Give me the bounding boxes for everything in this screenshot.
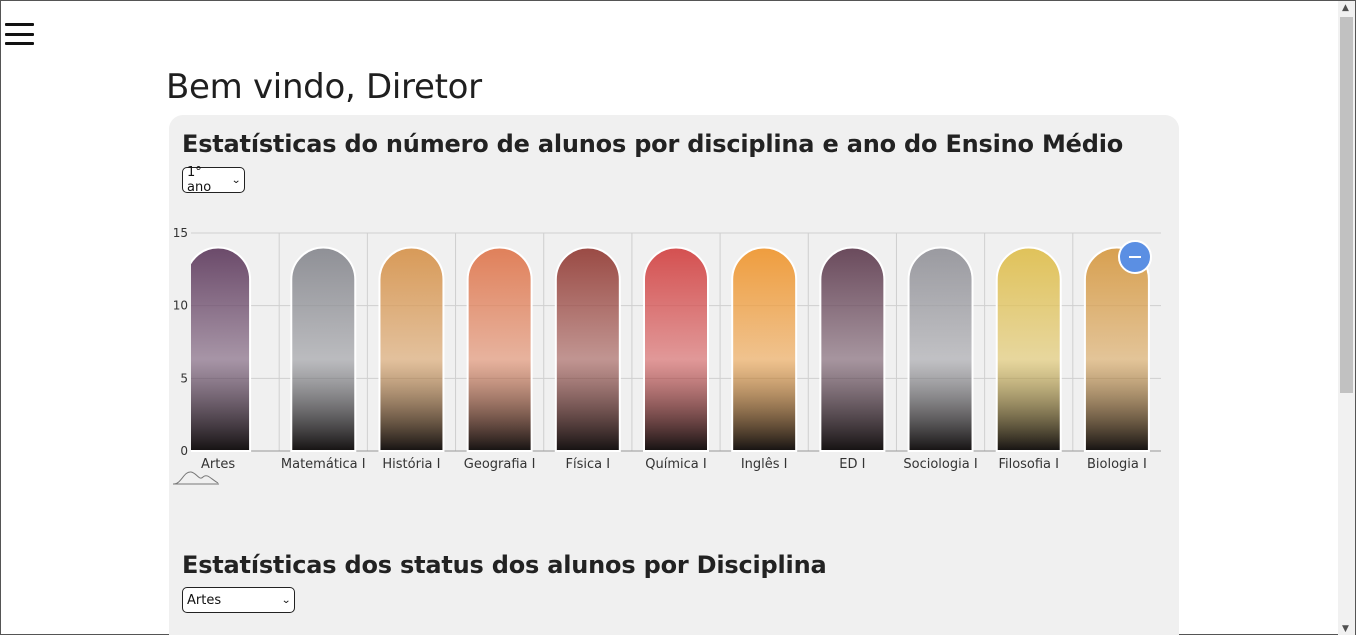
x-tick-label: Biologia I [1087, 457, 1147, 472]
menu-bar [5, 42, 34, 45]
scroll-up-icon[interactable]: ▲ [1342, 3, 1349, 13]
page-title: Bem vindo, Diretor [166, 67, 482, 107]
year-select[interactable]: 1° ano ⌄ [182, 165, 245, 195]
bar-inglês-i [731, 246, 798, 452]
chevron-down-icon: ⌄ [230, 174, 241, 186]
x-tick-label: Física I [566, 457, 611, 472]
subject-select[interactable]: Artes ⌄ [182, 587, 295, 613]
chevron-down-icon: ⌄ [280, 594, 291, 606]
y-tick-label: 10 [173, 299, 188, 313]
bar-biologia-i [1083, 246, 1150, 452]
bar-geografia-i [466, 246, 533, 452]
bar-química-i [643, 246, 709, 452]
subject-select-value: Artes [187, 592, 222, 608]
menu-icon[interactable] [5, 23, 34, 45]
x-tick-label: Sociologia I [903, 457, 977, 472]
x-tick-label: Química I [645, 457, 706, 472]
statistics-card: Estatísticas do número de alunos por dis… [169, 115, 1179, 635]
section-title-status-per-subject: Estatísticas dos status dos alunos por D… [182, 551, 827, 579]
x-tick-label: História I [382, 457, 440, 472]
vertical-scrollbar[interactable]: ▲ ▼ [1338, 1, 1355, 635]
menu-bar [5, 23, 34, 26]
bar-ed-i [819, 246, 886, 452]
x-tick-label: Artes [201, 457, 235, 472]
bar-história-i [378, 246, 445, 452]
scrollbar-thumb[interactable] [1340, 17, 1353, 393]
x-tick-label: Filosofia I [998, 457, 1059, 472]
zoom-out-button[interactable] [1118, 240, 1152, 274]
x-tick-label: Geografia I [464, 457, 536, 472]
bar-chart-svg: 0 5 10 15 Artes Matemática I História I Geograf… [173, 226, 1161, 485]
y-tick-label: 0 [180, 444, 188, 458]
menu-bar [5, 32, 34, 36]
section-title-students-per-subject: Estatísticas do número de alunos por dis… [182, 130, 1124, 158]
bar-matemática-i [290, 246, 357, 452]
bars-group [191, 246, 1150, 452]
scroll-down-icon[interactable]: ▼ [1342, 624, 1349, 634]
bar-sociologia-i [907, 246, 974, 452]
x-tick-label: Inglês I [741, 457, 788, 472]
sparkline-icon [173, 471, 219, 485]
y-tick-label: 15 [173, 226, 188, 240]
x-tick-label: ED I [839, 457, 865, 472]
x-tick-label: Matemática I [281, 457, 366, 472]
students-per-subject-chart: 0 5 10 15 Artes Matemática I História I Geograf… [169, 223, 1179, 513]
bar-artes [191, 246, 252, 452]
year-select-value: 1° ano [187, 165, 212, 195]
bar-filosofia-i [995, 246, 1062, 452]
bar-física-i [554, 246, 621, 452]
y-tick-label: 5 [180, 371, 188, 385]
